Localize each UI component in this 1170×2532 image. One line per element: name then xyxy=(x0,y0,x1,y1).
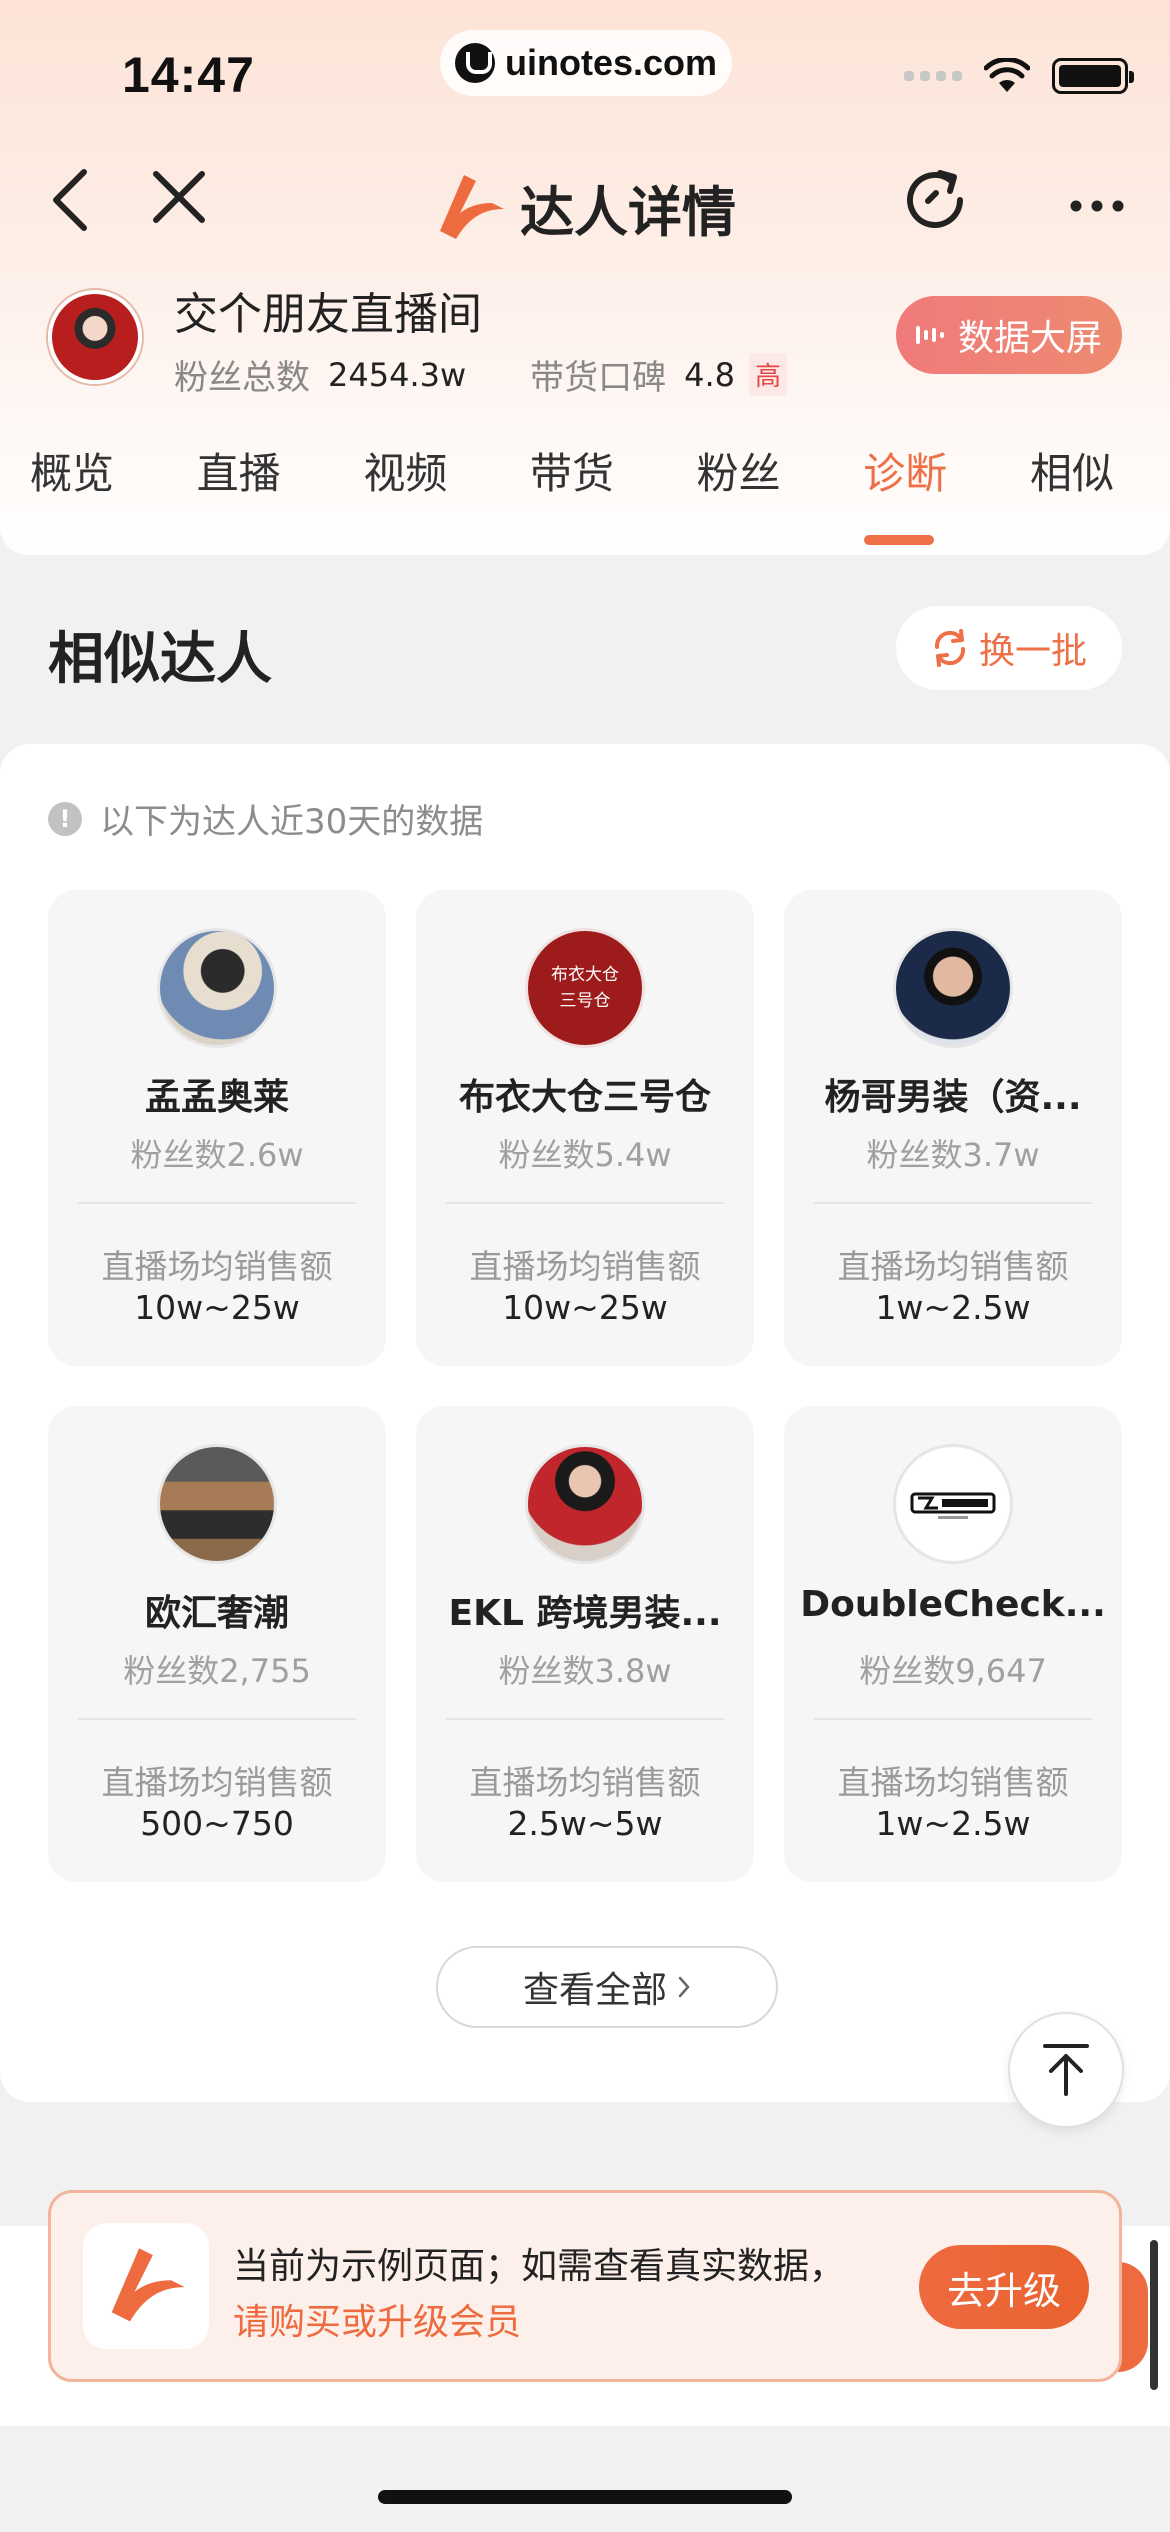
app-logo-icon xyxy=(440,174,504,239)
kol-avatar xyxy=(157,928,277,1048)
tab-video[interactable]: 视频 xyxy=(363,440,473,501)
avatar-text: 布衣大仓 三号仓 xyxy=(551,965,619,1011)
divider xyxy=(446,1718,724,1720)
kol-fans: 粉丝数2.6w xyxy=(130,1136,304,1174)
tab-live[interactable]: 直播 xyxy=(197,440,307,501)
kol-metric-label: 直播场均销售额 xyxy=(837,1763,1069,1802)
divider xyxy=(814,1202,1092,1204)
kol-metric-value: 1w~2.5w xyxy=(875,1804,1031,1843)
chevron-right-icon xyxy=(678,1976,690,1998)
divider xyxy=(814,1718,1092,1720)
upgrade-banner: 当前为示例页面；如需查看真实数据， 请购买或升级会员 去升级 xyxy=(48,2190,1122,2382)
profile-stats: 粉丝总数 2454.3w 带货口碑 4.8 高 xyxy=(174,350,788,399)
refresh-label: 换一批 xyxy=(978,631,1087,672)
cellular-signal-icon xyxy=(904,71,962,81)
swap-icon xyxy=(934,629,965,667)
reputation-label: 带货口碑 xyxy=(530,358,667,398)
kol-metric-label: 直播场均销售额 xyxy=(837,1247,1069,1286)
refresh-icon[interactable] xyxy=(900,165,970,235)
kol-card[interactable]: 欧汇奢潮 粉丝数2,755 直播场均销售额 500~750 xyxy=(48,1406,386,1882)
kol-name: DoubleCheck... xyxy=(800,1584,1106,1625)
kol-metric-label: 直播场均销售额 xyxy=(469,1763,701,1802)
reputation-value: 4.8 xyxy=(684,355,736,394)
section-title: 相似达人 xyxy=(48,627,272,692)
kol-avatar xyxy=(893,1444,1013,1564)
kol-card[interactable]: DoubleCheck... 粉丝数9,647 直播场均销售额 1w~2.5w xyxy=(784,1406,1122,1882)
profile-name: 交个朋友直播间 xyxy=(174,289,482,340)
side-peek-tab[interactable] xyxy=(1118,2262,1148,2372)
site-logo-icon xyxy=(454,43,495,83)
tab-diagnosis[interactable]: 诊断 xyxy=(863,440,973,501)
url-pill[interactable]: uinotes.com xyxy=(440,30,732,96)
profile-avatar[interactable] xyxy=(48,290,142,384)
bar-chart-icon xyxy=(915,326,944,344)
brand-logo-icon xyxy=(910,1492,996,1519)
kol-metric-label: 直播场均销售额 xyxy=(101,1247,333,1286)
kol-fans: 粉丝数5.4w xyxy=(498,1136,672,1174)
active-tab-indicator xyxy=(864,535,934,545)
wifi-icon xyxy=(984,58,1030,92)
home-indicator[interactable] xyxy=(378,2490,792,2504)
view-all-label: 查看全部 xyxy=(522,1970,667,2011)
status-time: 14:47 xyxy=(122,47,255,103)
kol-avatar xyxy=(157,1444,277,1564)
kol-fans: 粉丝数9,647 xyxy=(859,1652,1047,1690)
tab-fans[interactable]: 粉丝 xyxy=(697,440,807,501)
divider xyxy=(78,1718,356,1720)
banner-text: 当前为示例页面；如需查看真实数据， xyxy=(233,2246,846,2287)
kol-name: 布衣大仓三号仓 xyxy=(458,1077,711,1118)
tab-bar: 概览 直播 视频 带货 粉丝 诊断 相似 xyxy=(0,440,1170,501)
kol-name: 杨哥男装（资... xyxy=(824,1077,1082,1118)
reputation-badge: 高 xyxy=(749,353,788,396)
more-icon[interactable] xyxy=(1070,168,1124,228)
view-all-button[interactable]: 查看全部 xyxy=(436,1946,778,2028)
tab-sales[interactable]: 带货 xyxy=(530,440,640,501)
data-notice: ! 以下为达人近30天的数据 xyxy=(48,794,483,843)
fans-value: 2454.3w xyxy=(328,355,467,394)
data-screen-label: 数据大屏 xyxy=(957,318,1102,359)
kol-card[interactable]: 布衣大仓 三号仓 布衣大仓三号仓 粉丝数5.4w 直播场均销售额 10w~25w xyxy=(416,890,754,1366)
kol-metric-label: 直播场均销售额 xyxy=(469,1247,701,1286)
battery-icon xyxy=(1052,58,1134,94)
app-logo-icon xyxy=(83,2223,209,2349)
back-to-top-button[interactable] xyxy=(1008,2012,1124,2128)
tab-similar[interactable]: 相似 xyxy=(1030,440,1140,501)
info-icon: ! xyxy=(48,801,82,836)
kol-avatar: 布衣大仓 三号仓 xyxy=(525,928,645,1048)
data-screen-button[interactable]: 数据大屏 xyxy=(896,296,1122,374)
page-title: 达人详情 xyxy=(520,181,736,244)
refresh-batch-button[interactable]: 换一批 xyxy=(896,606,1122,690)
notice-text: 以下为达人近30天的数据 xyxy=(100,802,484,842)
kol-metric-value: 500~750 xyxy=(140,1804,294,1843)
kol-name: EKL 跨境男装... xyxy=(448,1593,722,1634)
banner-link[interactable]: 请购买或升级会员 xyxy=(233,2293,521,2345)
kol-metric-value: 1w~2.5w xyxy=(875,1288,1031,1327)
arrow-up-icon xyxy=(1043,2044,1089,2096)
kol-fans: 粉丝数2,755 xyxy=(123,1652,311,1690)
kol-metric-label: 直播场均销售额 xyxy=(101,1763,333,1802)
url-text: uinotes.com xyxy=(504,42,718,83)
nav-title-bar: 达人详情 xyxy=(0,168,1170,247)
divider xyxy=(446,1202,724,1204)
tab-overview[interactable]: 概览 xyxy=(30,440,140,501)
kol-card[interactable]: 孟孟奥莱 粉丝数2.6w 直播场均销售额 10w~25w xyxy=(48,890,386,1366)
kol-name: 欧汇奢潮 xyxy=(144,1593,289,1634)
kol-fans: 粉丝数3.7w xyxy=(866,1136,1040,1174)
kol-fans: 粉丝数3.8w xyxy=(498,1652,672,1690)
scrollbar[interactable] xyxy=(1150,2240,1158,2390)
kol-metric-value: 2.5w~5w xyxy=(507,1804,663,1843)
fans-label: 粉丝总数 xyxy=(174,358,310,398)
kol-card[interactable]: EKL 跨境男装... 粉丝数3.8w 直播场均销售额 2.5w~5w xyxy=(416,1406,754,1882)
kol-metric-value: 10w~25w xyxy=(502,1288,668,1327)
kol-card[interactable]: 杨哥男装（资... 粉丝数3.7w 直播场均销售额 1w~2.5w xyxy=(784,890,1122,1366)
kol-avatar xyxy=(525,1444,645,1564)
kol-avatar xyxy=(893,928,1013,1048)
divider xyxy=(78,1202,356,1204)
status-indicators xyxy=(904,58,1134,94)
upgrade-button[interactable]: 去升级 xyxy=(919,2245,1089,2329)
kol-name: 孟孟奥莱 xyxy=(144,1077,289,1118)
kol-metric-value: 10w~25w xyxy=(134,1288,300,1327)
similar-grid: 孟孟奥莱 粉丝数2.6w 直播场均销售额 10w~25w 布衣大仓 三号仓 布衣… xyxy=(48,890,1122,1882)
